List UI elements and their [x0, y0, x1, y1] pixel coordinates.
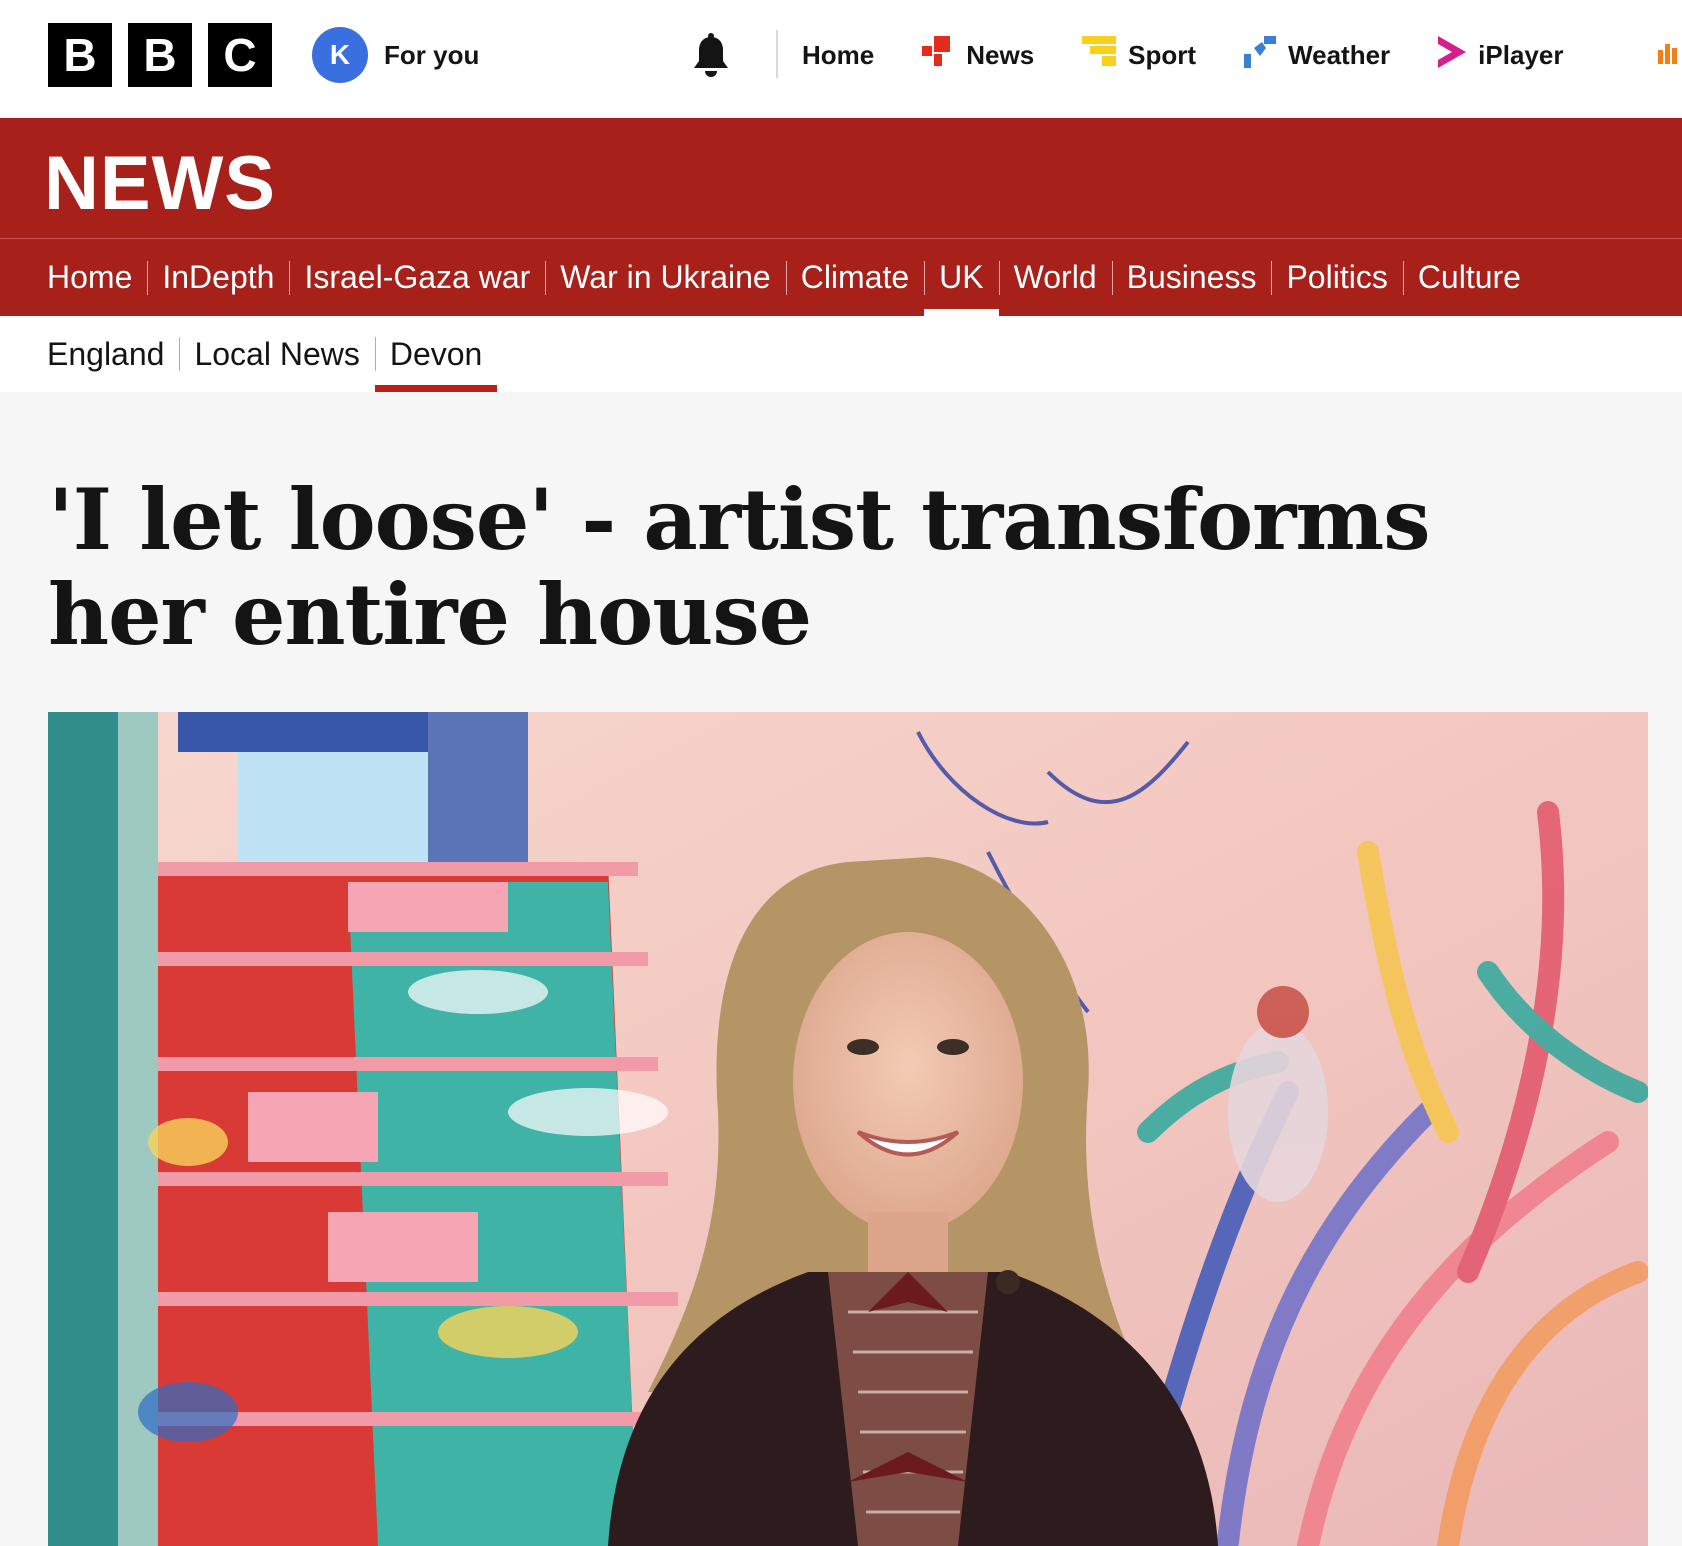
section-nav-item-war-in-ukraine[interactable]: War in Ukraine	[545, 239, 785, 316]
iplayer-icon	[1436, 34, 1468, 77]
global-nav-iplayer[interactable]: iPlayer	[1436, 34, 1563, 77]
sub-nav-item-devon[interactable]: Devon	[374, 316, 498, 392]
bbc-logo[interactable]: B B C	[48, 23, 272, 87]
section-nav-item-world[interactable]: World	[998, 239, 1112, 316]
site-masthead: B B C K For you Home News Sport Weather …	[0, 0, 1682, 118]
article-headline: 'I let loose' - artist transforms her en…	[48, 470, 1431, 664]
global-nav-label: Sport	[1128, 40, 1197, 70]
global-nav-label: Weather	[1288, 40, 1391, 70]
bbc-logo-letter: C	[208, 23, 272, 87]
global-nav-news[interactable]: News	[920, 34, 1034, 77]
avatar: K	[312, 27, 368, 83]
bbc-logo-letter: B	[48, 23, 112, 87]
section-nav-item-politics[interactable]: Politics	[1271, 239, 1402, 316]
bbc-logo-letter: B	[128, 23, 192, 87]
news-icon	[920, 34, 956, 77]
weather-icon	[1242, 34, 1278, 77]
global-nav-sport[interactable]: Sport	[1080, 34, 1196, 77]
section-nav-item-business[interactable]: Business	[1111, 239, 1272, 316]
sport-icon	[1080, 34, 1118, 77]
news-banner: NEWS	[0, 118, 1682, 238]
notification-bell-icon[interactable]	[690, 33, 732, 79]
for-you-label: For you	[384, 39, 480, 70]
sub-nav-item-local-news[interactable]: Local News	[179, 316, 374, 392]
sub-nav: England Local News Devon	[0, 316, 1682, 392]
sub-nav-item-england[interactable]: England	[32, 316, 179, 392]
section-nav-item-indepth[interactable]: InDepth	[147, 239, 289, 316]
masthead-divider	[776, 30, 778, 78]
global-nav-label: Home	[802, 40, 875, 70]
global-nav-label: iPlayer	[1478, 40, 1564, 70]
global-nav: Home News Sport Weather iPlayer	[802, 34, 1609, 77]
section-nav-item-climate[interactable]: Climate	[785, 239, 924, 316]
section-nav-item-uk[interactable]: UK	[924, 239, 1000, 316]
section-nav: Home InDepth Israel-Gaza war War in Ukra…	[0, 239, 1682, 316]
section-nav-item-israel-gaza-war[interactable]: Israel-Gaza war	[289, 239, 545, 316]
section-nav-item-culture[interactable]: Culture	[1402, 239, 1536, 316]
article-hero-image	[48, 712, 1648, 1546]
global-nav-label: News	[966, 40, 1035, 70]
sounds-icon[interactable]	[1654, 40, 1682, 68]
global-nav-weather[interactable]: Weather	[1242, 34, 1390, 77]
section-nav-item-home[interactable]: Home	[32, 239, 147, 316]
news-wordmark[interactable]: NEWS	[44, 140, 276, 227]
global-nav-home[interactable]: Home	[802, 40, 874, 71]
for-you-link[interactable]: K For you	[312, 27, 479, 83]
